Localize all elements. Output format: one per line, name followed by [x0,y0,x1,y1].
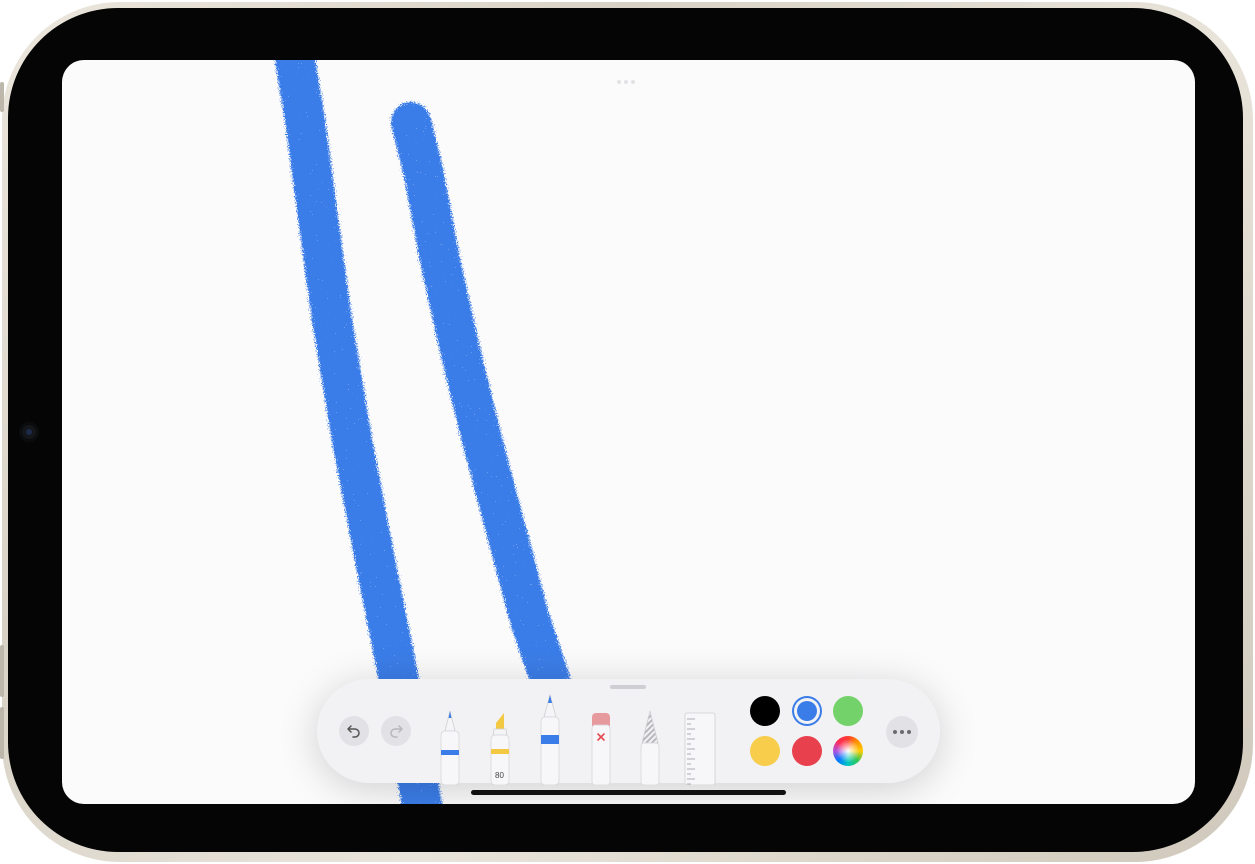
undo-arrow-icon [347,725,360,738]
drawing-screen[interactable]: 80 [62,60,1195,804]
pencil-tool[interactable] [539,693,561,785]
stroke-right-core [398,109,563,692]
lasso-tool[interactable] [639,709,661,785]
home-indicator[interactable] [471,790,786,795]
pencil-color-band [541,735,559,744]
color-swatch-green[interactable] [833,696,863,726]
marker-color-band [491,749,509,754]
redo-button[interactable] [381,716,411,746]
pen-tool[interactable] [439,709,461,785]
color-swatch-yellow[interactable] [750,736,780,766]
ruler-tool[interactable] [683,711,717,785]
tool-palette[interactable]: 80 [317,679,940,785]
palette-handle[interactable] [610,685,646,689]
top-button [0,82,4,112]
color-swatch-custom[interactable] [833,736,863,766]
color-swatch-blue[interactable] [794,698,820,724]
redo-arrow-icon [390,725,403,738]
volume-up-button [0,645,4,697]
pen-color-band [441,750,459,755]
volume-down-button [0,707,4,759]
marker-opacity-label: 80 [495,771,504,780]
color-swatch-red[interactable] [792,736,822,766]
eraser-tool[interactable] [590,711,612,785]
undo-button[interactable] [339,716,369,746]
more-options-button[interactable] [886,716,918,748]
color-swatch-black[interactable] [750,696,780,726]
camera-icon [19,422,39,442]
